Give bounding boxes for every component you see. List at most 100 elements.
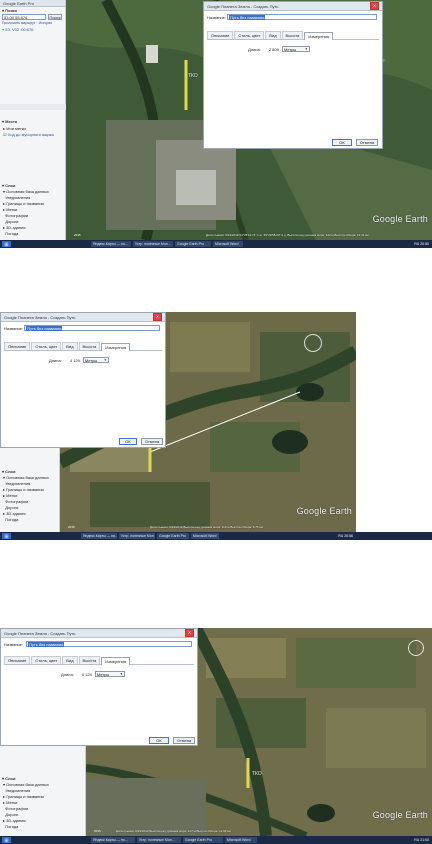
create-path-dialog: Google Планета Земля - Создать Путь ✕ На… bbox=[203, 1, 383, 149]
search-result[interactable]: 53, V02 :00:676 bbox=[5, 27, 33, 32]
close-icon[interactable]: ✕ bbox=[370, 2, 379, 10]
close-icon[interactable]: ✕ bbox=[185, 629, 194, 637]
google-earth-logo: Google Earth bbox=[296, 506, 352, 516]
tab-style[interactable]: Стиль, цвет bbox=[234, 31, 265, 39]
tab-style[interactable]: Стиль, цвет bbox=[31, 656, 62, 664]
ok-button[interactable]: ОК bbox=[119, 438, 137, 445]
route-link[interactable]: Проложить маршрут bbox=[2, 21, 35, 25]
taskbar-item[interactable]: Устр. полезные Мон... bbox=[119, 533, 155, 539]
status-line: Дата съемки: 6/19/2019 Высота над уровне… bbox=[150, 525, 263, 529]
tab-measurements[interactable]: Измерения bbox=[101, 343, 131, 351]
taskbar: ⊞ Яндекс.Карты — по... Устр. полезные Мо… bbox=[0, 240, 432, 248]
dialog-title: Google Планета Земля - Создать Путь bbox=[4, 630, 76, 636]
compass-icon[interactable] bbox=[408, 640, 424, 656]
layer-item[interactable]: Погода bbox=[3, 824, 49, 830]
name-field[interactable]: Путь без названия bbox=[26, 641, 192, 647]
cancel-button[interactable]: Отмена bbox=[141, 438, 163, 445]
length-label: Длина: bbox=[49, 357, 62, 363]
map-label-tko: ТКО bbox=[252, 771, 262, 777]
chevron-down-icon: ▼ bbox=[103, 358, 107, 362]
units-select[interactable]: Метры ▼ bbox=[281, 46, 310, 52]
map-label-tko: ТКО bbox=[188, 73, 198, 79]
app-titlebar: Google Earth Pro bbox=[0, 0, 65, 7]
places-header: ▾ Места bbox=[2, 119, 18, 124]
google-earth-logo: Google Earth bbox=[372, 810, 428, 820]
layer-item[interactable]: Погода bbox=[3, 517, 49, 523]
layers-tree: ▾ Основная база данных Уведомления ▸ Гра… bbox=[0, 189, 49, 237]
tab-description[interactable]: Описание bbox=[4, 342, 31, 350]
layers-header: ▾ Слои bbox=[2, 183, 16, 188]
taskbar-item[interactable]: Яндекс.Карты — по... bbox=[91, 241, 131, 247]
taskbar: ⊞ Яндекс.Карты — по... Устр. полезные Мо… bbox=[0, 532, 432, 540]
start-button[interactable]: ⊞ bbox=[2, 532, 11, 540]
taskbar-item[interactable]: Яндекс.Карты — по... bbox=[81, 533, 117, 539]
layers-header: ▾ Слои bbox=[2, 469, 16, 474]
length-label: Длина: bbox=[248, 46, 261, 52]
result-pin-icon: ⌖ bbox=[2, 27, 5, 32]
tab-measurements[interactable]: Измерения bbox=[101, 657, 131, 665]
sidebar: Google Earth Pro ▾ Поиск 53.00 55.676 По… bbox=[0, 0, 66, 240]
sidebar-toolbar bbox=[0, 104, 66, 110]
dialog-tabs: Описание Стиль, цвет Вид Высота Измерени… bbox=[4, 342, 162, 351]
tab-view[interactable]: Вид bbox=[62, 342, 78, 350]
close-icon[interactable]: ✕ bbox=[153, 313, 162, 321]
create-path-dialog: Google Планета Земля - Создать Путь ✕ На… bbox=[0, 628, 198, 746]
dialog-title: Google Планета Земля - Создать Путь bbox=[207, 3, 279, 9]
taskbar: ⊞ Яндекс.Карты — по... Устр. полезные Мо… bbox=[0, 836, 432, 844]
taskbar-item[interactable]: Google Earth Pro bbox=[183, 837, 223, 843]
layer-item[interactable]: Погода bbox=[3, 231, 49, 237]
create-path-dialog: Google Планета Земля - Создать Путь ✕ На… bbox=[0, 312, 166, 448]
tab-view[interactable]: Вид bbox=[62, 656, 78, 664]
name-label: Название: bbox=[4, 641, 23, 647]
taskbar-item[interactable]: Устр. полезные Мон... bbox=[137, 837, 181, 843]
taskbar-item[interactable]: Microsoft Word bbox=[213, 241, 243, 247]
name-field[interactable]: Путь без названия bbox=[24, 325, 160, 331]
name-label: Название: bbox=[4, 325, 23, 331]
start-button[interactable]: ⊞ bbox=[2, 240, 11, 248]
cancel-button[interactable]: Отмена bbox=[173, 737, 195, 744]
taskbar-item[interactable]: Яндекс.Карты — по... bbox=[91, 837, 135, 843]
dialog-titlebar: Google Планета Земля - Создать Путь ✕ bbox=[1, 629, 197, 638]
search-input[interactable]: 53.00 55.676 bbox=[2, 14, 46, 20]
temp-place-item[interactable]: ☑ Ход до мусорного ящика bbox=[3, 132, 54, 138]
tab-style[interactable]: Стиль, цвет bbox=[31, 342, 62, 350]
layers-tree: ▾ Основная база данных Уведомления ▸ Гра… bbox=[0, 782, 49, 830]
tab-altitude[interactable]: Высота bbox=[78, 342, 101, 350]
year-badge: 2015 bbox=[94, 829, 101, 833]
screenshot-3: ▾ Слои ▾ Основная база данных Уведомлени… bbox=[0, 628, 432, 844]
app-title: Google Earth Pro bbox=[3, 0, 34, 6]
screenshot-1: Google Earth Pro ▾ Поиск 53.00 55.676 По… bbox=[0, 0, 432, 248]
length-label: Длина: bbox=[61, 671, 74, 677]
chevron-down-icon: ▼ bbox=[304, 47, 308, 51]
search-button[interactable]: Поиск bbox=[48, 14, 62, 20]
google-earth-logo: Google Earth bbox=[372, 214, 428, 224]
search-header: ▾ Поиск bbox=[2, 8, 18, 13]
tab-description[interactable]: Описание bbox=[4, 656, 31, 664]
taskbar-clock: RU 21:00 bbox=[414, 838, 429, 842]
ok-button[interactable]: ОК bbox=[332, 139, 352, 146]
screenshot-2: ▾ Слои ▾ Основная база данных Уведомлени… bbox=[0, 312, 432, 540]
taskbar-clock: RU 20:56 bbox=[338, 534, 353, 538]
taskbar-item[interactable]: Microsoft Word bbox=[225, 837, 257, 843]
start-button[interactable]: ⊞ bbox=[2, 836, 11, 844]
cancel-button[interactable]: Отмена bbox=[356, 139, 378, 146]
tab-measurements[interactable]: Измерения bbox=[304, 32, 334, 40]
dialog-tabs: Описание Стиль, цвет Вид Высота Измерени… bbox=[4, 656, 194, 665]
length-value: 5 129 bbox=[81, 671, 92, 677]
units-select[interactable]: Метры ▼ bbox=[94, 671, 125, 677]
ok-button[interactable]: ОК bbox=[149, 737, 169, 744]
tab-view[interactable]: Вид bbox=[265, 31, 281, 39]
units-select[interactable]: Метры ▼ bbox=[82, 357, 109, 363]
compass-icon[interactable] bbox=[304, 334, 322, 352]
taskbar-item[interactable]: Google Earth Pro bbox=[175, 241, 211, 247]
tab-description[interactable]: Описание bbox=[207, 31, 234, 39]
history-link[interactable]: История bbox=[39, 21, 53, 25]
places-tree: ▸ Мои метки ☑ Ход до мусорного ящика bbox=[0, 126, 54, 138]
taskbar-item[interactable]: Google Earth Pro bbox=[157, 533, 189, 539]
tab-altitude[interactable]: Высота bbox=[78, 656, 101, 664]
status-line: Дата съемки: 6/19/2019 Высота над уровне… bbox=[116, 829, 231, 833]
taskbar-item[interactable]: Microsoft Word bbox=[191, 533, 219, 539]
taskbar-item[interactable]: Устр. полезные Мон... bbox=[133, 241, 173, 247]
name-field[interactable]: Путь без названия bbox=[227, 14, 377, 20]
tab-altitude[interactable]: Высота bbox=[281, 31, 304, 39]
